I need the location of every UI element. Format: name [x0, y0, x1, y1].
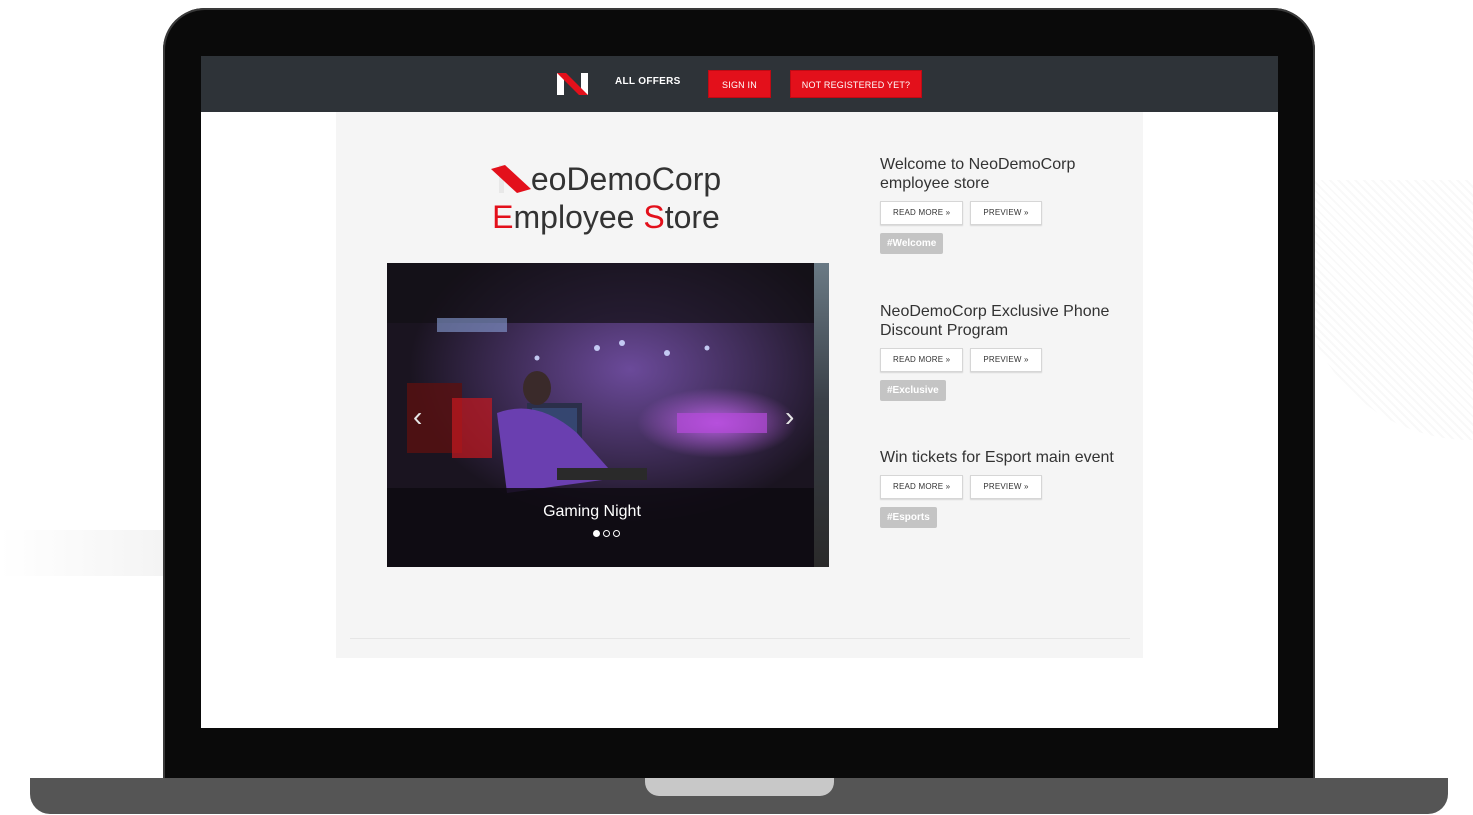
offer-item: Welcome to NeoDemoCorp employee store RE… — [880, 155, 1140, 254]
carousel-dot-1[interactable] — [593, 530, 600, 537]
store-title: eoDemoCorp Employee Store — [486, 160, 726, 236]
offer-tag[interactable]: #Exclusive — [880, 380, 946, 401]
register-button[interactable]: NOT REGISTERED YET? — [790, 70, 922, 98]
store-title-mid: mployee — [513, 199, 644, 235]
offer-title[interactable]: NeoDemoCorp Exclusive Phone Discount Pro… — [880, 302, 1140, 340]
offer-actions: READ MORE » PREVIEW » — [880, 348, 1140, 372]
carousel-caption: Gaming Night — [543, 503, 641, 520]
laptop-screen: ALL OFFERS SIGN IN NOT REGISTERED YET? e… — [201, 56, 1278, 728]
background-decoration — [1300, 180, 1473, 440]
offer-actions: READ MORE » PREVIEW » — [880, 201, 1140, 225]
preview-button[interactable]: PREVIEW » — [970, 201, 1042, 225]
read-more-button[interactable]: READ MORE » — [880, 348, 964, 372]
brand-logo-icon[interactable] — [557, 71, 589, 97]
top-navigation: ALL OFFERS SIGN IN NOT REGISTERED YET? — [201, 56, 1278, 112]
hero-carousel[interactable]: ‹ › Gaming Night — [387, 263, 829, 567]
background-stripe — [0, 530, 163, 576]
next-slide-peek — [814, 263, 829, 567]
chevron-left-icon[interactable]: ‹ — [413, 403, 422, 431]
sign-in-button[interactable]: SIGN IN — [708, 70, 771, 98]
preview-button[interactable]: PREVIEW » — [970, 475, 1042, 499]
read-more-button[interactable]: READ MORE » — [880, 475, 964, 499]
store-title-letter-s: S — [643, 199, 665, 235]
laptop-notch — [645, 778, 834, 796]
store-title-end: tore — [664, 199, 720, 235]
n-logo-icon — [490, 165, 531, 193]
main-content: eoDemoCorp Employee Store ‹ › Gaming Nig… — [336, 112, 1143, 658]
offer-actions: READ MORE » PREVIEW » — [880, 475, 1140, 499]
hero-image — [387, 263, 829, 567]
nav-all-offers[interactable]: ALL OFFERS — [615, 76, 681, 87]
store-title-line-2: Employee Store — [486, 198, 726, 236]
chevron-right-icon[interactable]: › — [785, 403, 794, 431]
offer-title[interactable]: Welcome to NeoDemoCorp employee store — [880, 155, 1140, 193]
content-divider — [350, 638, 1130, 639]
carousel-dot-3[interactable] — [613, 530, 620, 537]
offer-item: NeoDemoCorp Exclusive Phone Discount Pro… — [880, 302, 1140, 401]
carousel-indicators — [593, 530, 620, 537]
store-title-letter-e: E — [492, 199, 514, 235]
offer-tag[interactable]: #Esports — [880, 507, 937, 528]
carousel-dot-2[interactable] — [603, 530, 610, 537]
store-title-line-1: eoDemoCorp — [486, 160, 726, 198]
read-more-button[interactable]: READ MORE » — [880, 201, 964, 225]
store-title-name: eoDemoCorp — [530, 161, 722, 197]
offer-title[interactable]: Win tickets for Esport main event — [880, 448, 1140, 467]
preview-button[interactable]: PREVIEW » — [970, 348, 1042, 372]
offer-item: Win tickets for Esport main event READ M… — [880, 448, 1140, 528]
offer-tag[interactable]: #Welcome — [880, 233, 944, 254]
